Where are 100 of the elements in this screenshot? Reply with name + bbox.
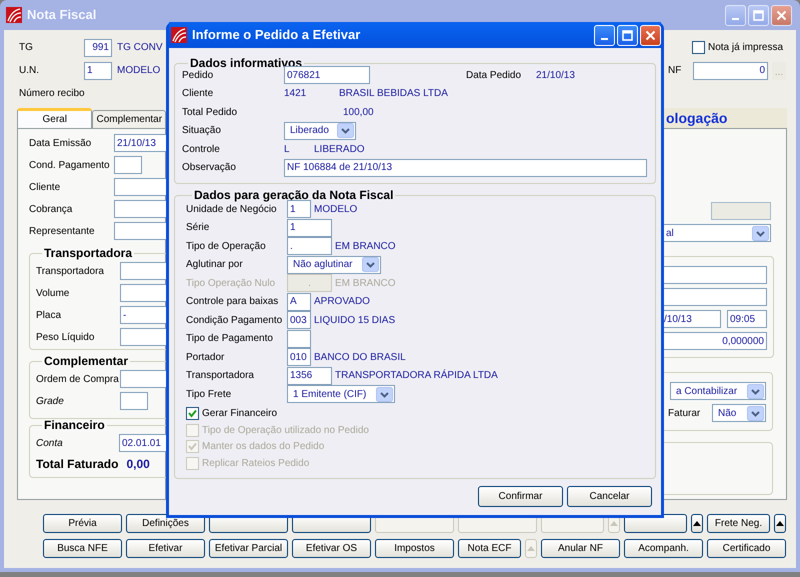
- window-title: Nota Fiscal: [27, 6, 98, 24]
- tab[interactable]: Geral: [17, 108, 92, 128]
- field-label: Cliente: [29, 180, 62, 194]
- field-label: Cobrança: [29, 202, 74, 216]
- text-field[interactable]: 991: [84, 38, 112, 56]
- text-field[interactable]: 0,000000: [661, 332, 767, 350]
- group-title: Financeiro: [43, 419, 106, 432]
- dropdown[interactable]: a Contabilizar: [670, 382, 766, 400]
- text-field[interactable]: 1: [287, 200, 311, 218]
- close-icon: [645, 30, 656, 40]
- dialog-button[interactable]: Confirmar: [478, 486, 563, 506]
- text-field[interactable]: A: [287, 292, 311, 311]
- triangle-up-icon: [527, 546, 535, 551]
- field-label: Faturar: [668, 406, 700, 420]
- action-button[interactable]: Nota ECF: [458, 539, 521, 558]
- close-button[interactable]: [771, 4, 792, 26]
- text-field[interactable]: [120, 392, 148, 410]
- text-field[interactable]: .: [287, 237, 332, 256]
- group-title: Dados para geração da Nota Fiscal: [193, 189, 394, 202]
- dropdown[interactable]: 1 Emitente (CIF): [287, 385, 396, 404]
- text-field[interactable]: 010: [287, 348, 311, 366]
- field-label: Transportadora: [186, 369, 255, 384]
- text-field[interactable]: [661, 266, 767, 284]
- field-label: Tipo Frete: [186, 388, 232, 402]
- total-label: Total Faturado: [36, 456, 118, 472]
- field-label: Controle: [182, 142, 221, 157]
- checkbox[interactable]: [186, 407, 199, 420]
- text-field[interactable]: 1: [84, 62, 112, 80]
- field-label: Cliente: [182, 87, 214, 102]
- action-button[interactable]: Efetivar: [126, 539, 205, 558]
- field-label: Ordem de Compra: [36, 372, 120, 386]
- field-label: Unidade de Negócio: [186, 202, 278, 217]
- text-field[interactable]: 0: [693, 62, 768, 80]
- field-value: APROVADO: [314, 295, 370, 310]
- text-field[interactable]: 003: [287, 311, 311, 330]
- field-value: EM BRANCO: [335, 276, 396, 291]
- field-label: Conta: [36, 436, 64, 450]
- text-field[interactable]: 1: [287, 218, 332, 237]
- text-field[interactable]: NF 106884 de 21/10/13: [284, 158, 647, 177]
- field-value: 21/10/13: [536, 68, 575, 83]
- text-field[interactable]: [287, 330, 311, 348]
- field-value: TRANSPORTADORA RÁPIDA LTDA: [335, 368, 498, 384]
- checkbox-label: Manter os dados do Pedido: [202, 440, 324, 454]
- checkbox[interactable]: [692, 41, 705, 54]
- minimize-icon: [601, 38, 608, 40]
- field-label: Total Pedido: [182, 106, 238, 120]
- chevron-down-icon: [747, 406, 764, 420]
- action-button[interactable]: Acompanh.: [624, 539, 703, 558]
- text-field: .: [287, 274, 332, 292]
- field-label: Data Emissão: [29, 136, 92, 150]
- text-field[interactable]: 1356: [287, 366, 332, 385]
- field-label: Tipo de Operação: [186, 240, 267, 254]
- action-button[interactable]: Anular NF: [541, 539, 620, 558]
- dialog-button[interactable]: Cancelar: [567, 486, 652, 506]
- dropdown[interactable]: Não aglutinar: [287, 256, 382, 274]
- group-title: Complementar: [43, 355, 130, 368]
- dialog-title: Informe o Pedido a Efetivar: [192, 26, 362, 44]
- field-label: U.N.: [18, 64, 40, 78]
- field-label: Série: [186, 221, 210, 236]
- text-field[interactable]: 076821: [284, 66, 370, 84]
- action-button[interactable]: Impostos: [375, 539, 454, 558]
- text-field[interactable]: 09:05: [727, 310, 767, 328]
- field-value: BANCO DO BRASIL: [314, 350, 406, 365]
- action-button[interactable]: Efetivar Parcial: [209, 539, 288, 558]
- total-value: 0,00: [126, 456, 150, 472]
- field-label: Grade: [36, 394, 65, 408]
- triangle-up-icon: [610, 521, 618, 526]
- dropdown[interactable]: Liberado: [284, 122, 356, 140]
- action-button[interactable]: Certificado: [707, 539, 786, 558]
- chevron-down-icon: [376, 386, 394, 402]
- close-icon: [776, 10, 787, 20]
- text-field[interactable]: [114, 156, 142, 174]
- field-label: Cond. Pagamento: [29, 158, 111, 172]
- field-label: Peso Líquido: [36, 330, 96, 344]
- field-label: Data Pedido: [466, 68, 522, 83]
- checkbox-label: Nota já impressa: [708, 41, 784, 55]
- field-label: Observação: [182, 161, 237, 176]
- logo-icon: [171, 27, 187, 43]
- field-value: EM BRANCO: [335, 240, 396, 254]
- checkbox-label: Gerar Financeiro: [202, 407, 278, 422]
- chevron-down-icon: [747, 384, 764, 398]
- action-button[interactable]: Efetivar OS: [292, 539, 371, 558]
- dropdown[interactable]: Não: [712, 404, 766, 422]
- field-value: BRASIL BEBIDAS LTDA: [339, 87, 448, 102]
- chevron-down-icon: [337, 123, 354, 138]
- action-button[interactable]: Definições: [126, 514, 205, 533]
- action-button[interactable]: Busca NFE: [43, 539, 122, 558]
- action-button[interactable]: Prévia: [43, 514, 122, 533]
- field-value: LIBERADO: [314, 142, 365, 157]
- action-button[interactable]: Frete Neg.: [707, 514, 770, 533]
- scroll-up-button[interactable]: [774, 514, 786, 533]
- triangle-up-icon: [776, 521, 784, 526]
- field-label: Representante: [29, 224, 96, 238]
- text-field[interactable]: [661, 288, 767, 306]
- scroll-up-button[interactable]: [691, 514, 703, 533]
- tab[interactable]: Complementar: [92, 110, 166, 128]
- maximize-icon: [622, 30, 633, 40]
- text-field[interactable]: /10/13: [661, 310, 721, 328]
- field-label: Volume: [36, 286, 70, 300]
- chevron-down-icon: [362, 257, 380, 272]
